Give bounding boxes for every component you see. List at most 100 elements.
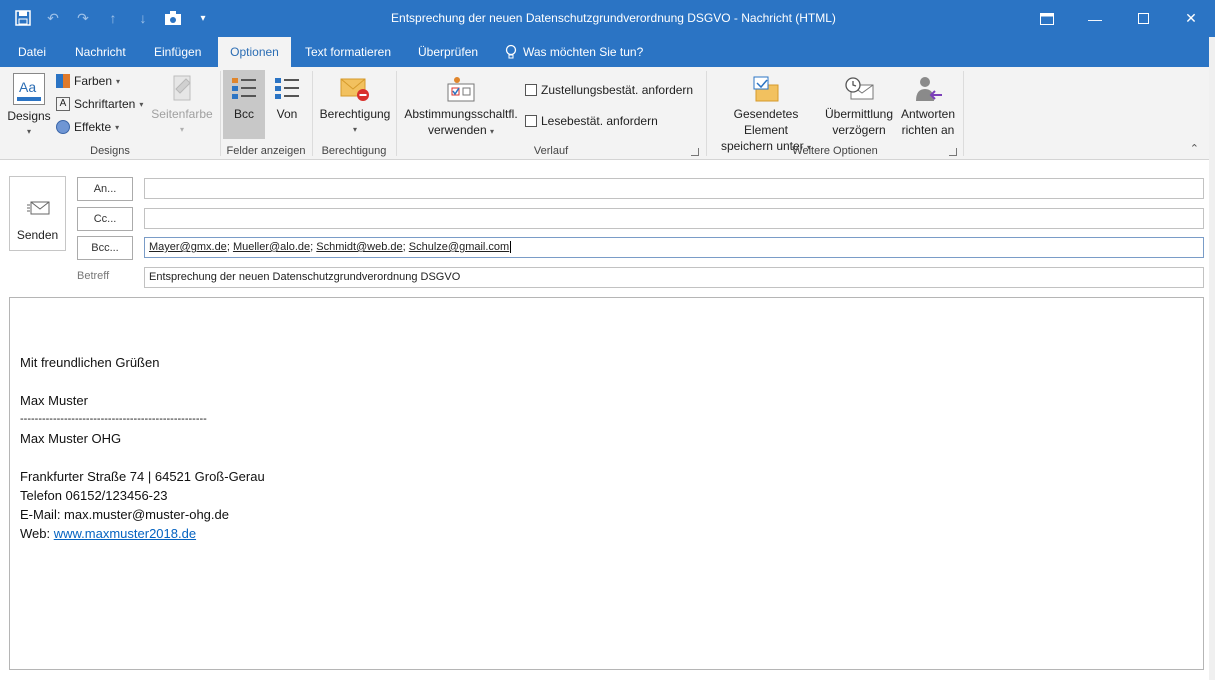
chevron-down-icon: ▾: [179, 125, 184, 134]
message-body[interactable]: Mit freundlichen Grüßen Max Muster -----…: [9, 297, 1204, 670]
ribbon-tabs: Datei Nachricht Einfügen Optionen Text f…: [0, 37, 1215, 67]
bcc-button[interactable]: Bcc...: [77, 236, 133, 260]
lesebestaetigung-checkbox[interactable]: [525, 115, 537, 127]
weitere-optionen-label: Weitere Optionen: [792, 145, 878, 157]
save-sent-folder-icon: [750, 75, 782, 103]
collapse-ribbon-icon[interactable]: ⌃: [1190, 142, 1199, 155]
tell-me-label: Was möchten Sie tun?: [523, 45, 644, 59]
farben-button[interactable]: Farben ▾: [56, 74, 120, 88]
cc-field[interactable]: [144, 208, 1204, 229]
lese-label: Lesebestät. anfordern: [541, 114, 658, 128]
tab-nachricht[interactable]: Nachricht: [71, 37, 130, 67]
bcc-icon: [230, 75, 258, 103]
abstimmung-button[interactable]: Abstimmungsschaltfl. verwenden ▾: [401, 75, 521, 140]
colors-icon: [56, 74, 70, 88]
tell-me-box[interactable]: Was möchten Sie tun?: [505, 37, 643, 67]
gesendetes-element-button[interactable]: Gesendetes Element speichern unter ▾: [711, 75, 821, 156]
abstimmung-label-line2-wrap: verwenden ▾: [401, 122, 521, 140]
dialog-launcher-icon[interactable]: [949, 148, 957, 156]
ribbon-display-icon[interactable]: [1023, 0, 1071, 37]
bcc-toggle-button[interactable]: Bcc: [223, 75, 265, 122]
chevron-down-icon: ▾: [115, 122, 120, 132]
send-envelope-icon: [27, 199, 51, 220]
text-cursor: [510, 241, 512, 254]
signature-name: Max Muster: [20, 393, 88, 408]
cc-button[interactable]: Cc...: [77, 207, 133, 231]
send-button[interactable]: Senden: [9, 176, 66, 251]
tab-optionen[interactable]: Optionen: [218, 37, 291, 67]
felder-anzeigen-label: Felder anzeigen: [226, 145, 306, 157]
abstimmung-label-line2: verwenden: [427, 123, 487, 137]
gesendet-label-line1: Gesendetes Element: [733, 107, 799, 137]
to-field[interactable]: [144, 178, 1204, 199]
abstimmung-label-line1: Abstimmungsschaltfl.: [404, 107, 518, 121]
zustellung-checkbox[interactable]: [525, 84, 537, 96]
fonts-icon: A: [56, 97, 70, 111]
signature-email: E-Mail: max.muster@muster-ohg.de: [20, 507, 229, 522]
tab-text-formatieren[interactable]: Text formatieren: [301, 37, 395, 67]
window-controls: — ✕: [1023, 0, 1215, 37]
designs-label: Designs: [7, 109, 51, 123]
maximize-icon[interactable]: [1119, 0, 1167, 37]
website-link[interactable]: www.maxmuster2018.de: [54, 526, 196, 541]
signature-divider: ----------------------------------------…: [20, 413, 207, 425]
tab-ueberpruefen[interactable]: Überprüfen: [414, 37, 482, 67]
designs-button[interactable]: Aa Designs ▾: [6, 73, 52, 140]
web-prefix: Web:: [20, 526, 54, 541]
uebermittlung-button[interactable]: Übermittlung verzögern: [821, 75, 897, 138]
signature-phone: Telefon 06152/123456-23: [20, 488, 168, 503]
subject-label: Betreff: [77, 270, 110, 282]
berechtigung-group-label: Berechtigung: [321, 145, 387, 157]
antworten-label-line2: richten an: [901, 123, 955, 137]
verlauf-group: Abstimmungsschaltfl. verwenden ▾ Zustell…: [397, 67, 705, 160]
zustellung-label: Zustellungsbestät. anfordern: [541, 83, 694, 97]
effekte-button[interactable]: Effekte ▾: [56, 120, 119, 134]
chevron-down-icon: ▾: [490, 127, 495, 136]
bcc-toggle-label: Bcc: [233, 107, 254, 121]
to-button[interactable]: An...: [77, 177, 133, 201]
tab-datei[interactable]: Datei: [14, 37, 50, 67]
recipient-address[interactable]: Mueller@alo.de: [233, 241, 310, 253]
designs-group: Aa Designs ▾ Farben ▾ A Schriftarten ▾ E…: [0, 67, 220, 160]
berechtigung-label: Berechtigung: [319, 107, 391, 121]
seitenfarbe-button[interactable]: Seitenfarbe ▾: [150, 73, 214, 138]
chevron-down-icon: ▾: [139, 99, 144, 109]
signature-company: Max Muster OHG: [20, 431, 122, 446]
subject-field[interactable]: Entsprechung der neuen Datenschutzgrundv…: [144, 267, 1204, 288]
designs-icon: Aa: [13, 73, 45, 105]
berechtigung-button[interactable]: Berechtigung ▾: [315, 75, 395, 138]
ribbon: Aa Designs ▾ Farben ▾ A Schriftarten ▾ E…: [0, 67, 1215, 160]
signature-block: Mit freundlichen Grüßen Max Muster -----…: [20, 353, 265, 543]
von-toggle-button[interactable]: Von: [267, 75, 307, 122]
recipient-address[interactable]: Schulze@gmail.com: [409, 241, 509, 253]
schriftarten-button[interactable]: A Schriftarten ▾: [56, 97, 143, 111]
close-icon[interactable]: ✕: [1167, 0, 1215, 37]
zustellung-checkbox-row[interactable]: Zustellungsbestät. anfordern: [525, 83, 693, 97]
minimize-icon[interactable]: —: [1071, 0, 1119, 37]
recipient-address[interactable]: Mayer@gmx.de: [149, 241, 227, 253]
page-color-icon: [168, 73, 196, 103]
recipient-address[interactable]: Schmidt@web.de: [316, 241, 402, 253]
signature-address: Frankfurter Straße 74 | 64521 Groß-Gerau: [20, 469, 265, 484]
schriftarten-label: Schriftarten: [74, 97, 136, 111]
tab-einfuegen[interactable]: Einfügen: [150, 37, 205, 67]
group-divider: [963, 71, 964, 156]
antworten-richten-button[interactable]: Antworten richten an: [897, 75, 959, 138]
chevron-down-icon: ▾: [116, 76, 121, 86]
dialog-launcher-icon[interactable]: [691, 148, 699, 156]
compose-area: Senden An... Cc... Bcc... Mayer@gmx.de; …: [0, 160, 1215, 680]
direct-replies-icon: [912, 75, 944, 103]
voting-icon: [445, 75, 477, 103]
lese-checkbox-row[interactable]: Lesebestät. anfordern: [525, 114, 658, 128]
effekte-label: Effekte: [74, 120, 112, 134]
uebermittlung-label-line1: Übermittlung: [824, 107, 894, 121]
designs-group-label: Designs: [90, 145, 130, 157]
seitenfarbe-label: Seitenfarbe: [151, 107, 213, 121]
verlauf-group-label: Verlauf: [533, 145, 569, 157]
bcc-field[interactable]: Mayer@gmx.de; Mueller@alo.de; Schmidt@we…: [144, 237, 1204, 258]
from-icon: [273, 75, 301, 103]
chevron-down-icon: ▾: [352, 125, 357, 134]
window-right-edge: [1209, 37, 1215, 680]
delay-delivery-icon: [843, 75, 875, 103]
